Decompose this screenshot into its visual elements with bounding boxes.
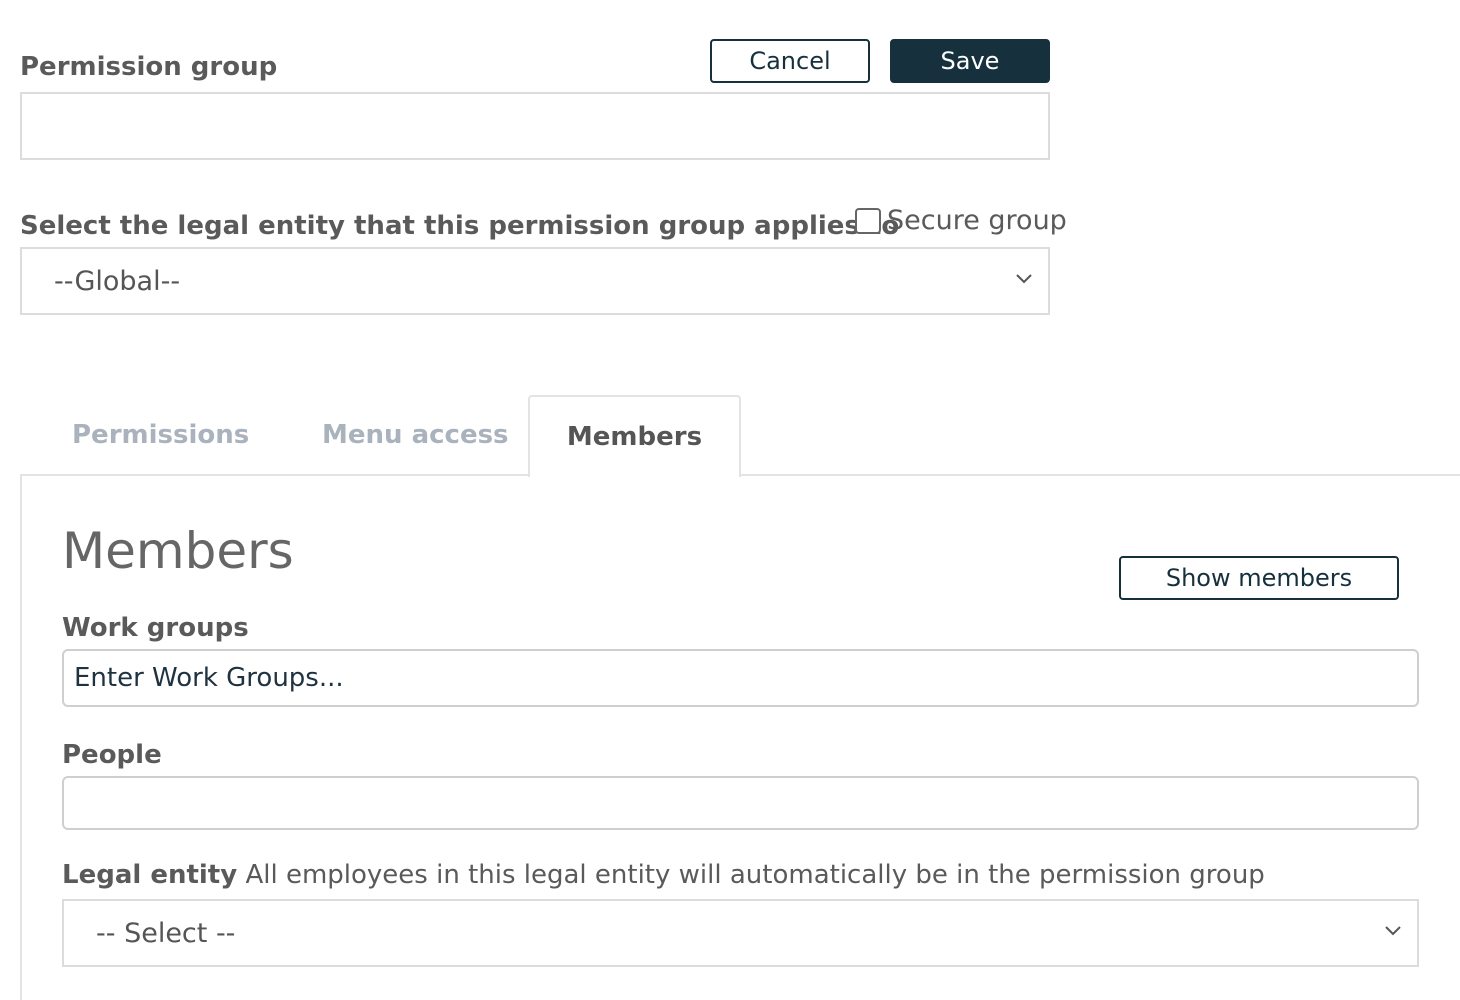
chevron-down-icon [1016,274,1032,284]
legal-entity-scope-select[interactable]: --Global-- [20,247,1050,315]
legal-entity-select[interactable]: -- Select -- [62,899,1419,967]
people-input[interactable] [62,776,1419,830]
cancel-button[interactable]: Cancel [710,39,870,83]
chevron-down-icon [1385,926,1401,936]
checkbox-icon[interactable] [855,207,881,234]
legal-entity-row: Legal entity All employees in this legal… [62,860,1265,890]
tab-menu-access[interactable]: Menu access [322,420,509,450]
panel-border [20,474,22,1000]
secure-group-toggle[interactable]: Secure group [855,205,1067,236]
tab-members[interactable]: Members [528,395,741,477]
work-groups-input[interactable]: Enter Work Groups... [62,649,1419,707]
legal-entity-label: Legal entity [62,860,238,890]
work-groups-placeholder: Enter Work Groups... [74,663,344,693]
secure-group-label: Secure group [887,205,1067,236]
work-groups-label: Work groups [62,613,249,643]
legal-entity-select-value: -- Select -- [96,917,236,949]
permission-group-label: Permission group [20,52,278,82]
permission-group-editor: Permission group Cancel Save Select the … [0,0,1460,1000]
save-button[interactable]: Save [890,39,1050,83]
tab-permissions[interactable]: Permissions [72,420,249,450]
legal-entity-scope-value: --Global-- [54,265,181,297]
show-members-button[interactable]: Show members [1119,556,1399,600]
permission-group-input[interactable] [20,92,1050,160]
members-section-title: Members [62,522,294,580]
legal-entity-hint: All employees in this legal entity will … [245,860,1265,890]
legal-entity-scope-label: Select the legal entity that this permis… [20,211,900,241]
people-label: People [62,740,162,770]
